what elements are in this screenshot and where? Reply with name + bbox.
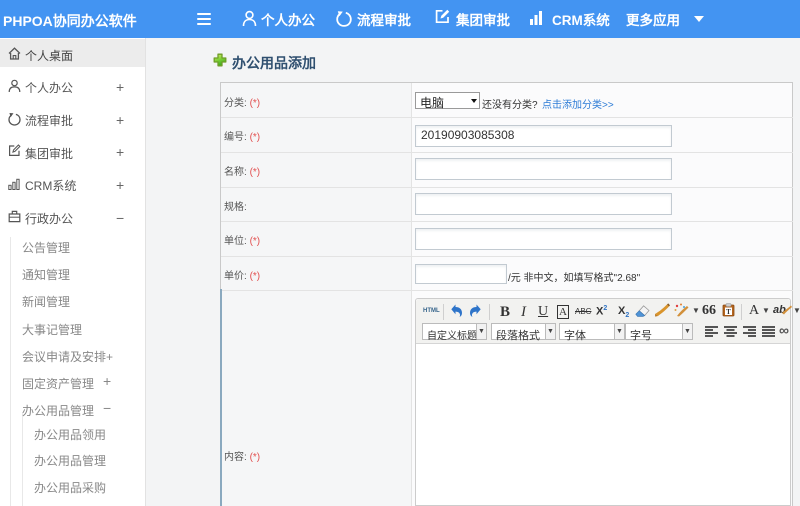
svg-text:T: T bbox=[726, 308, 731, 316]
